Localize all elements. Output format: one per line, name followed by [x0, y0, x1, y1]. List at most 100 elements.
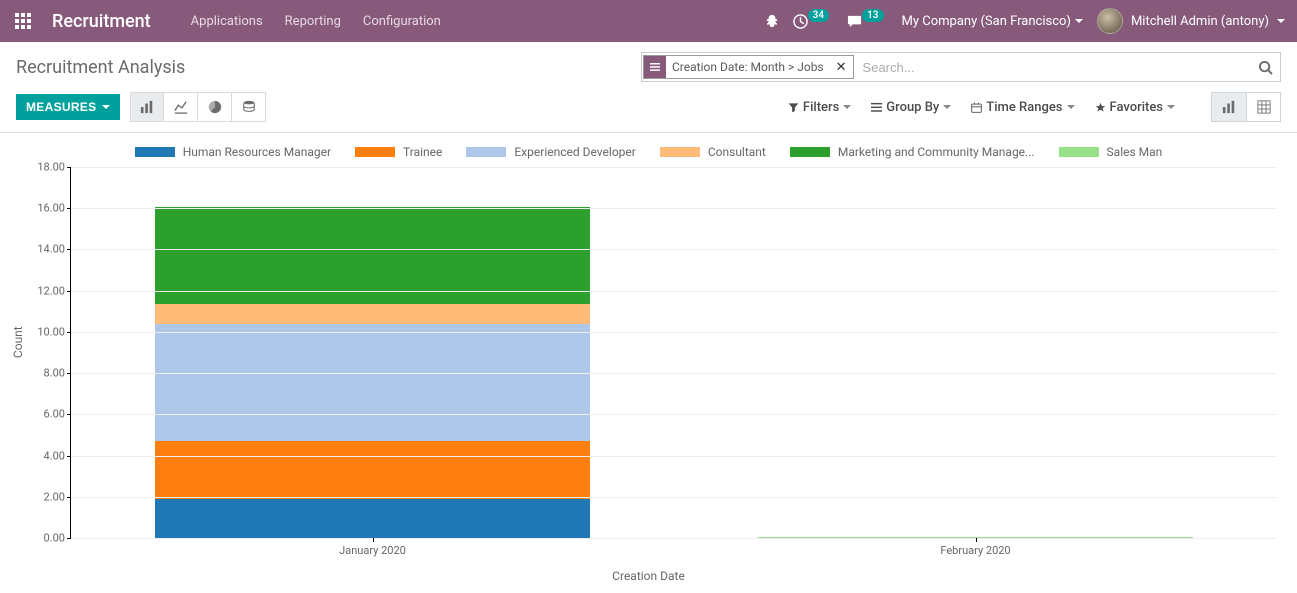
search-toolbar: Filters Group By Time Ranges Favorites: [768, 92, 1281, 122]
legend-item[interactable]: Experienced Developer: [466, 145, 635, 159]
y-tick-label: 14.00: [37, 243, 71, 256]
pie-chart-button[interactable]: [198, 92, 232, 122]
gridline: [71, 208, 1277, 209]
main-navbar: Recruitment Applications Reporting Confi…: [0, 0, 1297, 42]
nav-menu: Applications Reporting Configuration: [191, 14, 441, 29]
search-view: Creation Date: Month > Jobs ✕: [641, 52, 1281, 82]
graph-view-button[interactable]: [1212, 93, 1246, 121]
legend-item[interactable]: Marketing and Community Manage...: [790, 145, 1035, 159]
legend-swatch: [355, 147, 395, 157]
list-icon: [644, 56, 666, 78]
chevron-down-icon: [1277, 19, 1285, 23]
gridline: [71, 414, 1277, 415]
y-tick-mark: [67, 291, 71, 292]
gridline: [71, 291, 1277, 292]
bar-column: [758, 517, 1192, 538]
measures-label: MEASURES: [26, 100, 96, 114]
chevron-down-icon: [1075, 19, 1083, 23]
y-tick-mark: [67, 167, 71, 168]
x-tick-mark: [976, 538, 977, 542]
pivot-view-button[interactable]: [1246, 93, 1280, 121]
legend-item[interactable]: Consultant: [660, 145, 766, 159]
x-tick-mark: [373, 538, 374, 542]
legend-label: Trainee: [403, 145, 442, 159]
y-tick-mark: [67, 538, 71, 539]
legend-label: Sales Man: [1107, 145, 1163, 159]
nav-applications[interactable]: Applications: [191, 14, 263, 29]
gridline: [71, 456, 1277, 457]
timeranges-dropdown[interactable]: Time Ranges: [971, 100, 1074, 115]
y-tick-mark: [67, 497, 71, 498]
chevron-down-icon: [1167, 105, 1175, 109]
debug-icon[interactable]: [765, 14, 779, 28]
company-switcher[interactable]: My Company (San Francisco): [902, 14, 1083, 29]
gridline: [71, 332, 1277, 333]
legend-item[interactable]: Trainee: [355, 145, 442, 159]
legend-item[interactable]: Human Resources Manager: [135, 145, 331, 159]
y-tick-label: 10.00: [37, 325, 71, 338]
facet-remove-icon[interactable]: ✕: [830, 56, 853, 78]
legend-item[interactable]: Sales Man: [1059, 145, 1163, 159]
bar-segment[interactable]: [155, 304, 589, 323]
chart-type-group: [130, 92, 266, 122]
y-tick-mark: [67, 373, 71, 374]
favorites-dropdown[interactable]: Favorites: [1095, 100, 1175, 115]
chevron-down-icon: [1067, 105, 1075, 109]
bar-segment[interactable]: [155, 441, 589, 499]
control-panel-bottom: MEASURES Filters Group By Time Ran: [0, 88, 1297, 133]
x-axis-label: Creation Date: [10, 569, 1287, 583]
chevron-down-icon: [943, 105, 951, 109]
nav-reporting[interactable]: Reporting: [285, 14, 341, 29]
chevron-down-icon: [102, 105, 110, 109]
user-menu[interactable]: Mitchell Admin (antony): [1097, 8, 1285, 34]
y-tick-mark: [67, 249, 71, 250]
facet-label: Creation Date: Month > Jobs: [666, 56, 830, 78]
user-name: Mitchell Admin (antony): [1131, 14, 1269, 29]
legend-label: Experienced Developer: [514, 145, 635, 159]
chart-container: Human Resources Manager Trainee Experience…: [0, 133, 1297, 593]
app-brand[interactable]: Recruitment: [52, 11, 151, 32]
legend-swatch: [135, 147, 175, 157]
apps-icon[interactable]: [12, 10, 34, 32]
activities-badge: 34: [808, 9, 829, 22]
legend-label: Marketing and Community Manage...: [838, 145, 1035, 159]
y-tick-mark: [67, 208, 71, 209]
search-input[interactable]: [855, 60, 1250, 75]
chart-bars: [71, 167, 1277, 538]
legend-swatch: [1059, 147, 1099, 157]
legend-label: Human Resources Manager: [183, 145, 331, 159]
bar-segment[interactable]: [155, 499, 589, 538]
filters-dropdown[interactable]: Filters: [788, 100, 851, 115]
bar-segment[interactable]: [155, 324, 589, 441]
gridline: [71, 497, 1277, 498]
control-panel-top: Recruitment Analysis Creation Date: Mont…: [0, 42, 1297, 88]
bar-column: [155, 188, 589, 538]
timeranges-label: Time Ranges: [986, 100, 1062, 115]
company-name: My Company (San Francisco): [902, 14, 1071, 29]
line-chart-button[interactable]: [164, 92, 198, 122]
bar-chart-button[interactable]: [130, 92, 164, 122]
groupby-dropdown[interactable]: Group By: [871, 100, 951, 115]
messages-icon[interactable]: 13: [847, 14, 887, 29]
gridline: [71, 373, 1277, 374]
y-tick-label: 18.00: [37, 161, 71, 174]
avatar: [1097, 8, 1123, 34]
y-tick-mark: [67, 414, 71, 415]
groupby-label: Group By: [886, 100, 939, 115]
search-icon[interactable]: [1250, 60, 1280, 75]
legend-swatch: [790, 147, 830, 157]
stacked-button[interactable]: [232, 92, 266, 122]
activities-icon[interactable]: 34: [793, 14, 833, 29]
legend-label: Consultant: [708, 145, 766, 159]
measures-button[interactable]: MEASURES: [16, 94, 120, 120]
gridline: [71, 167, 1277, 168]
y-tick-label: 16.00: [37, 202, 71, 215]
page-title: Recruitment Analysis: [16, 57, 185, 78]
y-axis-label: Count: [11, 326, 25, 358]
chevron-down-icon: [843, 105, 851, 109]
y-tick-mark: [67, 332, 71, 333]
nav-configuration[interactable]: Configuration: [363, 14, 441, 29]
filters-label: Filters: [803, 100, 839, 115]
messages-badge: 13: [862, 9, 883, 22]
chart-body: Count 0.002.004.006.008.0010.0012.0014.0…: [70, 167, 1277, 567]
